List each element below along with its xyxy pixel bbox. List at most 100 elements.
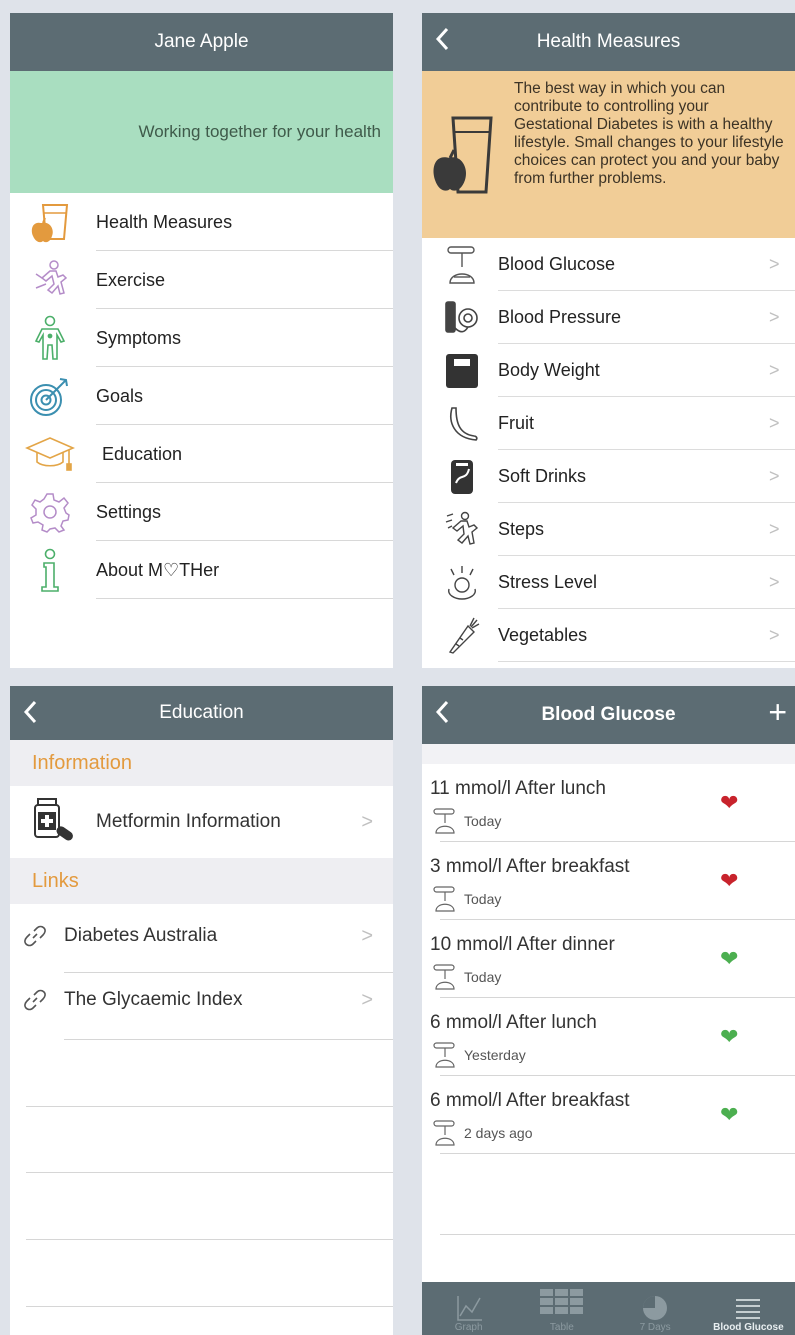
graph-icon — [456, 1296, 482, 1321]
measure-item-blood-glucose[interactable]: Blood Glucose > — [422, 238, 795, 291]
tab-7-days[interactable]: 7 Days — [609, 1282, 702, 1335]
divider — [440, 1234, 795, 1235]
back-button[interactable] — [430, 697, 454, 727]
measure-item-blood-pressure[interactable]: Blood Pressure > — [422, 291, 795, 344]
page-title: Blood Glucose — [541, 704, 676, 725]
glucose-meter-icon — [433, 808, 455, 834]
reading-title: 6 mmol/l After breakfast — [430, 1090, 630, 1111]
chevron-right-icon: > — [769, 572, 780, 592]
measure-label: Blood Glucose — [498, 254, 616, 274]
divider — [26, 1306, 393, 1307]
section-header-links: Links — [10, 858, 393, 904]
menu-item-about[interactable]: About M♡THer — [10, 541, 393, 599]
menu-item-label: About M♡THer — [96, 559, 220, 580]
gear-icon — [24, 487, 76, 537]
back-button[interactable] — [18, 697, 42, 727]
carrot-icon — [438, 614, 486, 658]
reading-when: Today — [464, 813, 502, 829]
soda-can-icon — [438, 455, 486, 499]
medicine-bottle-icon — [26, 797, 78, 847]
measure-label: Stress Level — [498, 572, 598, 592]
glucose-meter-icon — [433, 1120, 455, 1146]
reading-title: 6 mmol/l After lunch — [430, 1012, 597, 1033]
tab-label: Table — [549, 1322, 574, 1333]
menu-item-exercise[interactable]: Exercise — [10, 251, 393, 309]
chevron-right-icon: > — [769, 360, 780, 380]
menu-item-label: Symptoms — [96, 327, 182, 348]
measure-label: Vegetables — [498, 625, 588, 645]
link-label: Diabetes Australia — [64, 925, 218, 946]
reading-meta: Today — [432, 964, 501, 990]
scale-icon — [438, 349, 486, 393]
section-label: Information — [32, 751, 133, 774]
reading-meta: 2 days ago — [432, 1120, 533, 1146]
reading-row[interactable]: 11 mmol/l After lunch Today ❤ — [422, 764, 795, 842]
graduation-cap-icon — [24, 429, 76, 479]
measure-item-steps[interactable]: Steps > — [422, 503, 795, 556]
glucose-meter-icon — [433, 1042, 455, 1068]
add-reading-button[interactable]: + — [768, 696, 787, 728]
education-navbar: Education — [10, 686, 393, 740]
measure-label: Body Weight — [498, 360, 600, 380]
menu-item-education[interactable]: Education — [10, 425, 393, 483]
measure-item-fruit[interactable]: Fruit > — [422, 397, 795, 450]
tagline-banner: Working together for your health — [10, 71, 393, 193]
measure-item-soft-drinks[interactable]: Soft Drinks > — [422, 450, 795, 503]
measure-item-stress-level[interactable]: Stress Level > — [422, 556, 795, 609]
chevron-right-icon: > — [769, 519, 780, 539]
heart-icon: ❤ — [720, 790, 739, 815]
info-item-label: Metformin Information — [96, 811, 281, 832]
menu-item-symptoms[interactable]: Symptoms — [10, 309, 393, 367]
measure-label: Blood Pressure — [498, 307, 622, 327]
measure-item-body-weight[interactable]: Body Weight > — [422, 344, 795, 397]
tab-label: Blood Glucose — [713, 1322, 784, 1333]
target-icon — [24, 371, 76, 421]
health-measures-screen: Health Measures The best way in which yo… — [422, 13, 795, 668]
glucose-meter-icon — [438, 243, 486, 287]
menu-item-settings[interactable]: Settings — [10, 483, 393, 541]
chevron-left-icon — [23, 700, 37, 724]
link-item-diabetes-australia[interactable]: Diabetes Australia > — [10, 904, 393, 968]
reading-title: 10 mmol/l After dinner — [430, 934, 615, 955]
blood-glucose-navbar: Blood Glucose + — [422, 686, 795, 744]
tagline-text: Working together for your health — [138, 122, 381, 141]
chevron-right-icon: > — [769, 625, 780, 645]
person-body-icon — [24, 313, 76, 363]
reading-when: 2 days ago — [464, 1125, 533, 1141]
tab-graph[interactable]: Graph — [422, 1282, 515, 1335]
reading-row[interactable]: 10 mmol/l After dinner Today ❤ — [422, 920, 795, 998]
education-screen: Education Information Metformin Informat… — [10, 686, 393, 1335]
table-icon — [539, 1289, 583, 1314]
tab-blood-glucose[interactable]: Blood Glucose — [702, 1282, 795, 1335]
info-icon — [24, 545, 76, 595]
info-item-metformin[interactable]: Metformin Information > — [10, 786, 393, 858]
measure-item-vegetables[interactable]: Vegetables > — [422, 609, 795, 662]
menu-item-health-measures[interactable]: Health Measures — [10, 193, 393, 251]
running-person-icon — [24, 255, 76, 305]
reading-row[interactable]: 3 mmol/l After breakfast Today ❤ — [422, 842, 795, 920]
link-label: The Glycaemic Index — [64, 989, 243, 1010]
steps-icon — [438, 508, 486, 552]
chevron-right-icon: > — [361, 810, 373, 833]
menu-item-goals[interactable]: Goals — [10, 367, 393, 425]
page-title: Education — [159, 702, 244, 723]
link-icon — [24, 925, 54, 947]
chevron-right-icon: > — [361, 988, 373, 1011]
tab-table[interactable]: Table — [515, 1282, 608, 1335]
reading-row[interactable]: 6 mmol/l After lunch Yesterday ❤ — [422, 998, 795, 1076]
reading-when: Today — [464, 969, 502, 985]
reading-row[interactable]: 6 mmol/l After breakfast 2 days ago ❤ — [422, 1076, 795, 1154]
reading-title: 3 mmol/l After breakfast — [430, 856, 630, 877]
link-item-glycaemic-index[interactable]: The Glycaemic Index > — [10, 968, 393, 1032]
heart-icon: ❤ — [720, 1024, 739, 1049]
divider — [64, 1039, 393, 1040]
heart-icon: ❤ — [720, 868, 739, 893]
health-measures-navbar: Health Measures — [422, 13, 795, 71]
chevron-right-icon: > — [769, 254, 780, 274]
back-button[interactable] — [430, 24, 454, 54]
section-label: Links — [32, 869, 79, 892]
page-title: Health Measures — [536, 31, 681, 52]
tab-bar: Graph Table 7 Days Blood Glucose — [422, 1282, 795, 1335]
user-name-title: Jane Apple — [154, 31, 249, 52]
menu-item-label: Education — [102, 443, 183, 464]
